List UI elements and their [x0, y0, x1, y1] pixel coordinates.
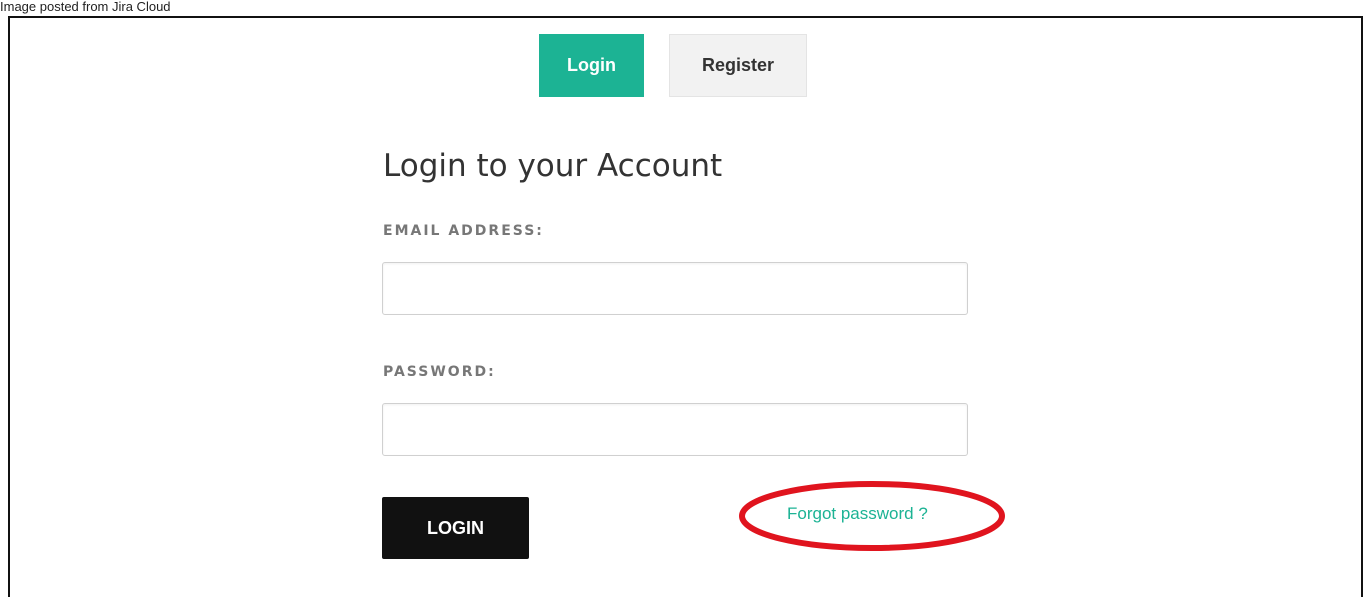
image-caption: Image posted from Jira Cloud [0, 0, 171, 14]
form-title: Login to your Account [383, 148, 723, 184]
tab-login[interactable]: Login [539, 34, 644, 97]
email-label: EMAIL ADDRESS: [383, 223, 544, 239]
email-field[interactable] [382, 262, 968, 315]
password-label: PASSWORD: [383, 364, 496, 380]
tab-register[interactable]: Register [669, 34, 807, 97]
password-field[interactable] [382, 403, 968, 456]
login-button[interactable]: LOGIN [382, 497, 529, 559]
annotation-highlight-ellipse [739, 481, 1005, 551]
